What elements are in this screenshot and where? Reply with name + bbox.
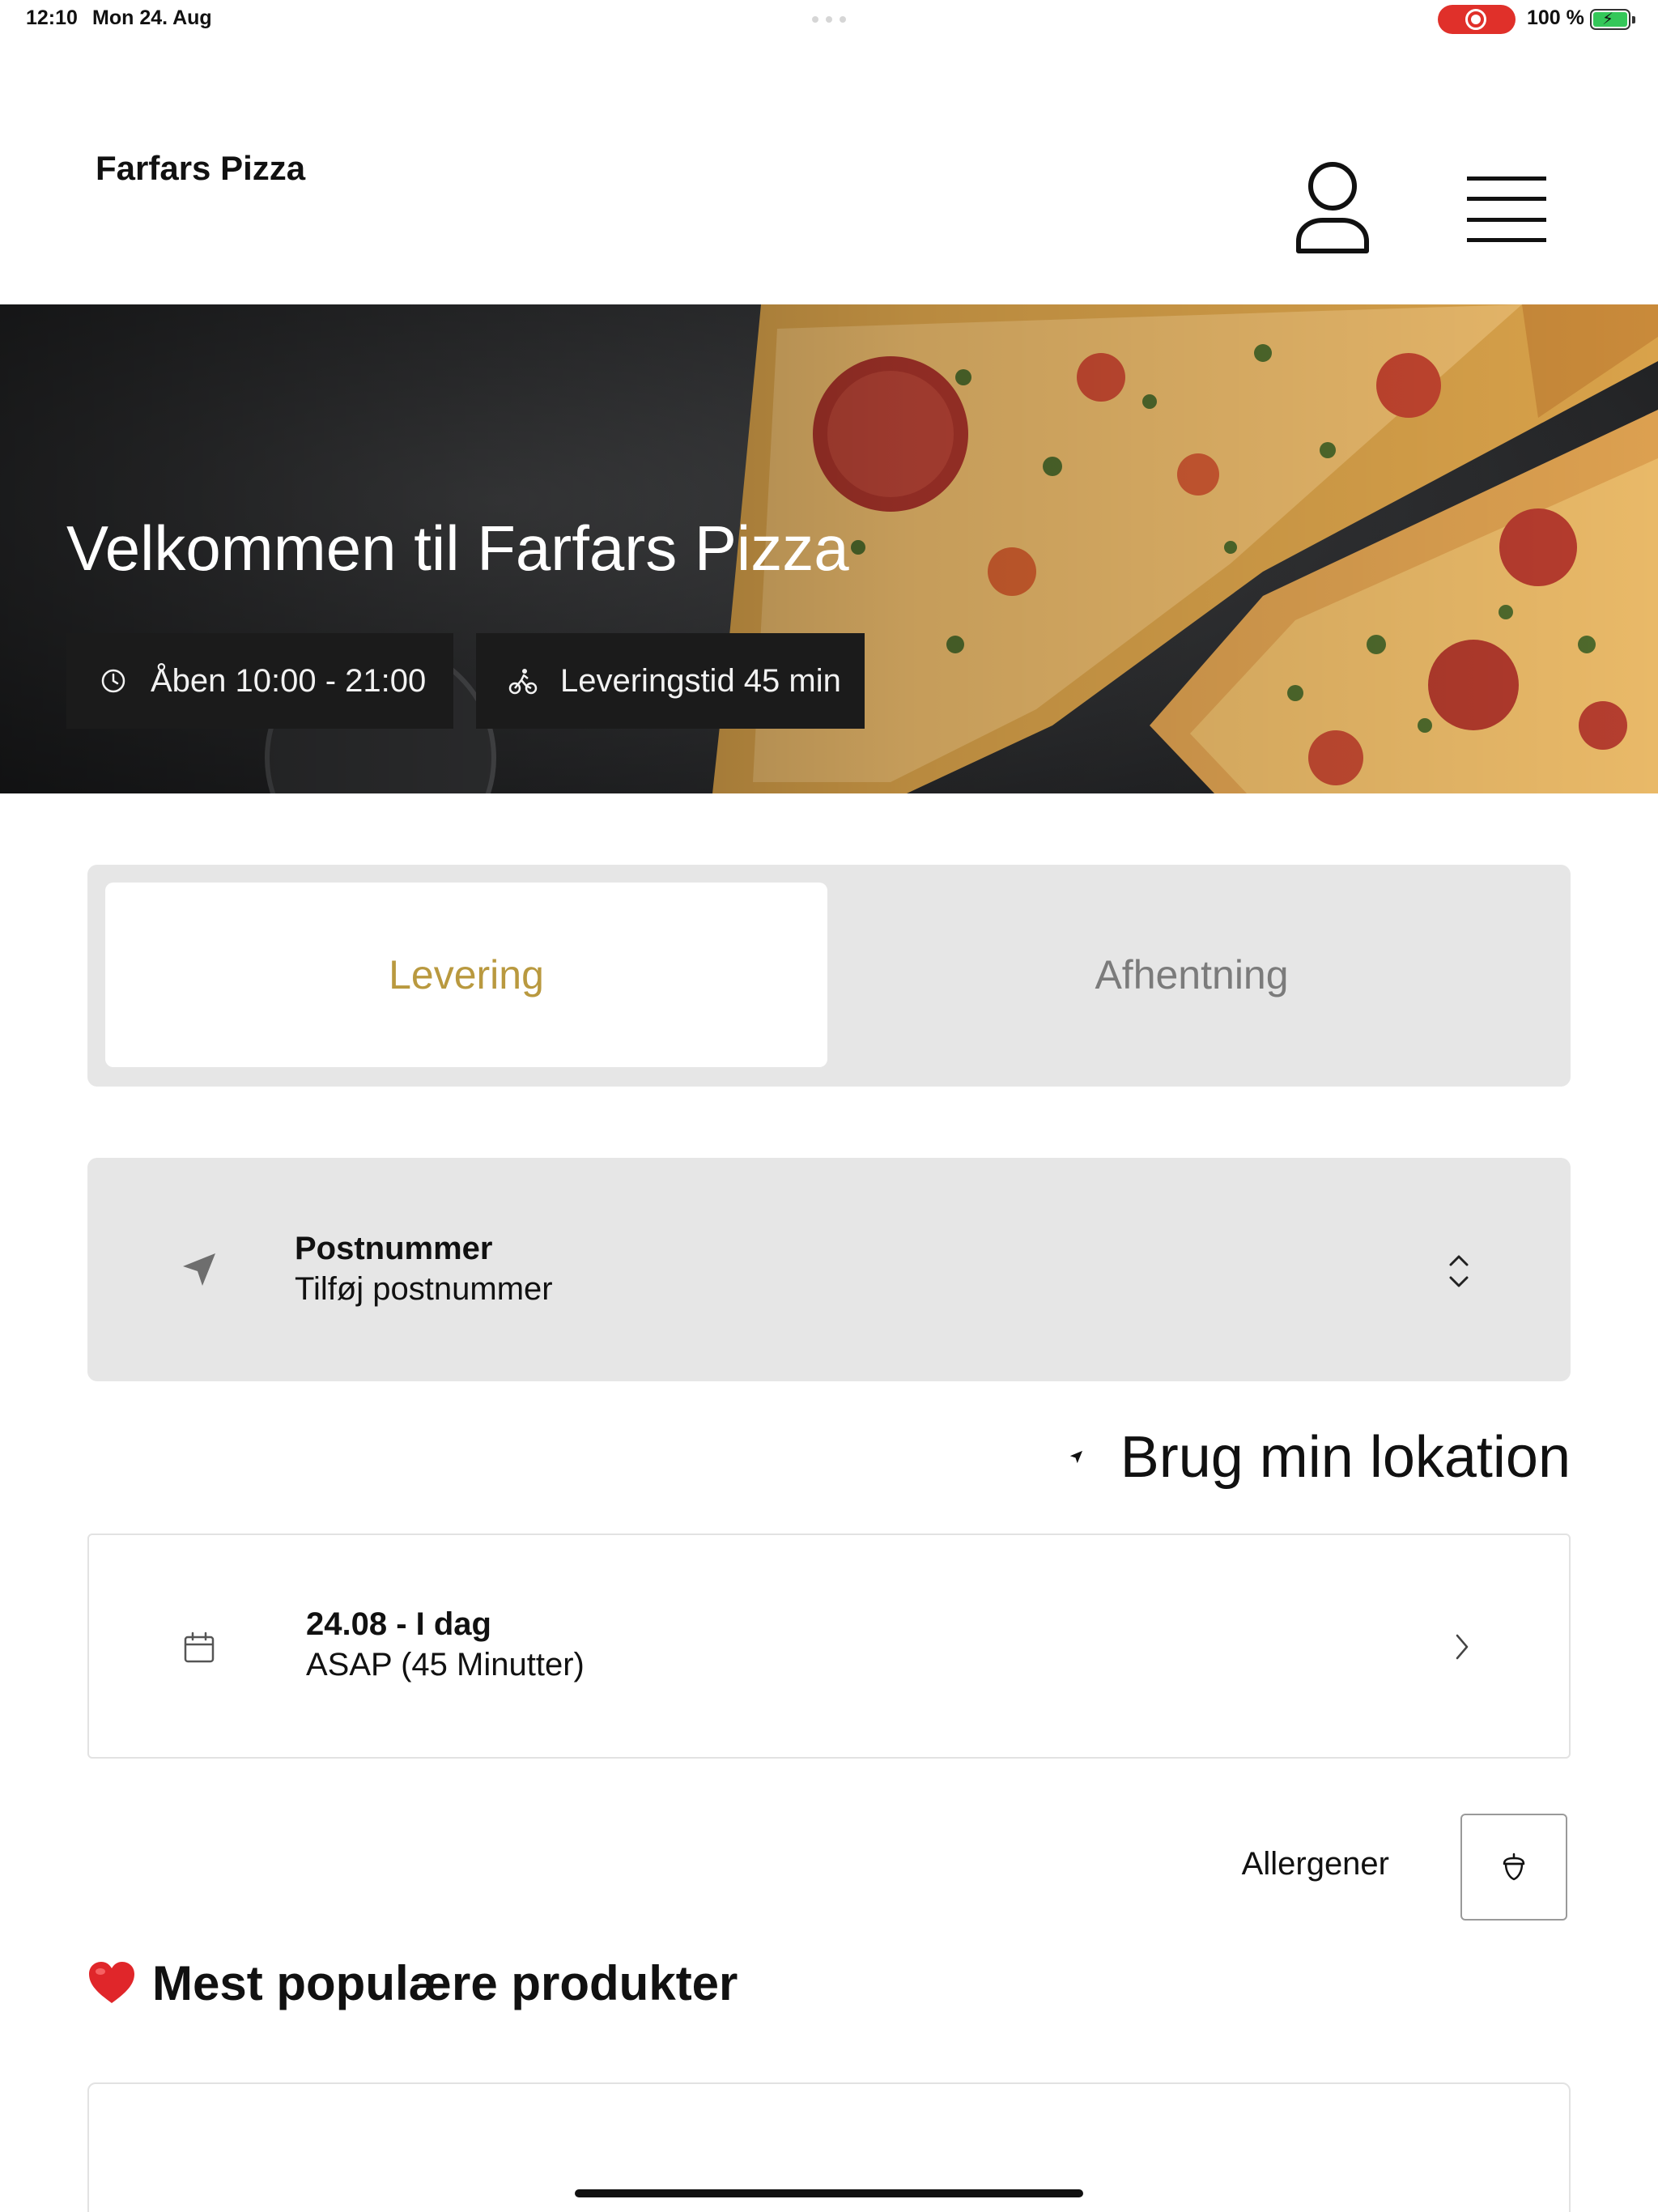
postcode-field[interactable]: Tilføj postnummer	[295, 1271, 553, 1308]
schedule-time: ASAP (45 Minutter)	[306, 1647, 585, 1682]
chevron-right-icon	[1456, 1634, 1469, 1660]
allergens-button[interactable]	[1460, 1814, 1567, 1921]
delivery-time-chip: Leveringstid 45 min	[476, 633, 865, 729]
calendar-icon	[184, 1631, 215, 1663]
status-date: Mon 24. Aug	[92, 6, 212, 29]
clock-icon	[97, 665, 130, 697]
screen-recording-icon[interactable]	[1438, 5, 1516, 34]
home-indicator[interactable]	[575, 2189, 1083, 2197]
postcode-selector[interactable]: Postnummer Tilføj postnummer	[87, 1158, 1571, 1381]
status-bar: 12:10 Mon 24. Aug 100 % ⚡	[0, 0, 1658, 39]
popular-products-heading: Mest populære produkter	[87, 1955, 738, 2011]
battery-percentage: 100 %	[1527, 6, 1584, 29]
allergens-label: Allergener	[1241, 1846, 1389, 1882]
app-header: Farfars Pizza	[0, 39, 1658, 304]
bike-icon	[507, 665, 539, 697]
hero-banner: Velkommen til Farfars Pizza Åben 10:00 -…	[0, 304, 1658, 793]
user-icon[interactable]	[1292, 160, 1373, 257]
menu-icon[interactable]	[1465, 173, 1548, 246]
location-arrow-icon	[183, 1253, 215, 1286]
schedule-date: 24.08 - I dag	[306, 1606, 491, 1642]
postcode-label: Postnummer	[295, 1231, 493, 1266]
tab-afhentning[interactable]: Afhentning	[831, 883, 1553, 1067]
delivery-time-selector[interactable]: 24.08 - I dag ASAP (45 Minutter)	[87, 1534, 1571, 1759]
acorn-icon	[1503, 1853, 1525, 1881]
brand-title[interactable]: Farfars Pizza	[96, 149, 305, 188]
hero-title: Velkommen til Farfars Pizza	[66, 513, 849, 584]
status-time: 12:10	[26, 6, 78, 29]
order-mode-toggle: Levering Afhentning	[87, 865, 1571, 1087]
battery-icon: ⚡	[1590, 9, 1635, 30]
heart-icon	[89, 1962, 134, 2003]
opening-hours-chip: Åben 10:00 - 21:00	[66, 633, 453, 729]
use-my-location-label: Brug min lokation	[1120, 1425, 1571, 1490]
popular-products-title: Mest populære produkter	[152, 1955, 738, 2010]
opening-hours-text: Åben 10:00 - 21:00	[151, 662, 427, 699]
use-my-location-button[interactable]: Brug min lokation	[1069, 1419, 1571, 1496]
tab-levering[interactable]: Levering	[105, 883, 827, 1067]
delivery-time-text: Leveringstid 45 min	[560, 662, 841, 699]
location-arrow-icon	[1069, 1450, 1083, 1464]
multitasking-dots-icon[interactable]	[812, 16, 846, 23]
chevron-up-down-icon[interactable]	[1443, 1249, 1475, 1294]
